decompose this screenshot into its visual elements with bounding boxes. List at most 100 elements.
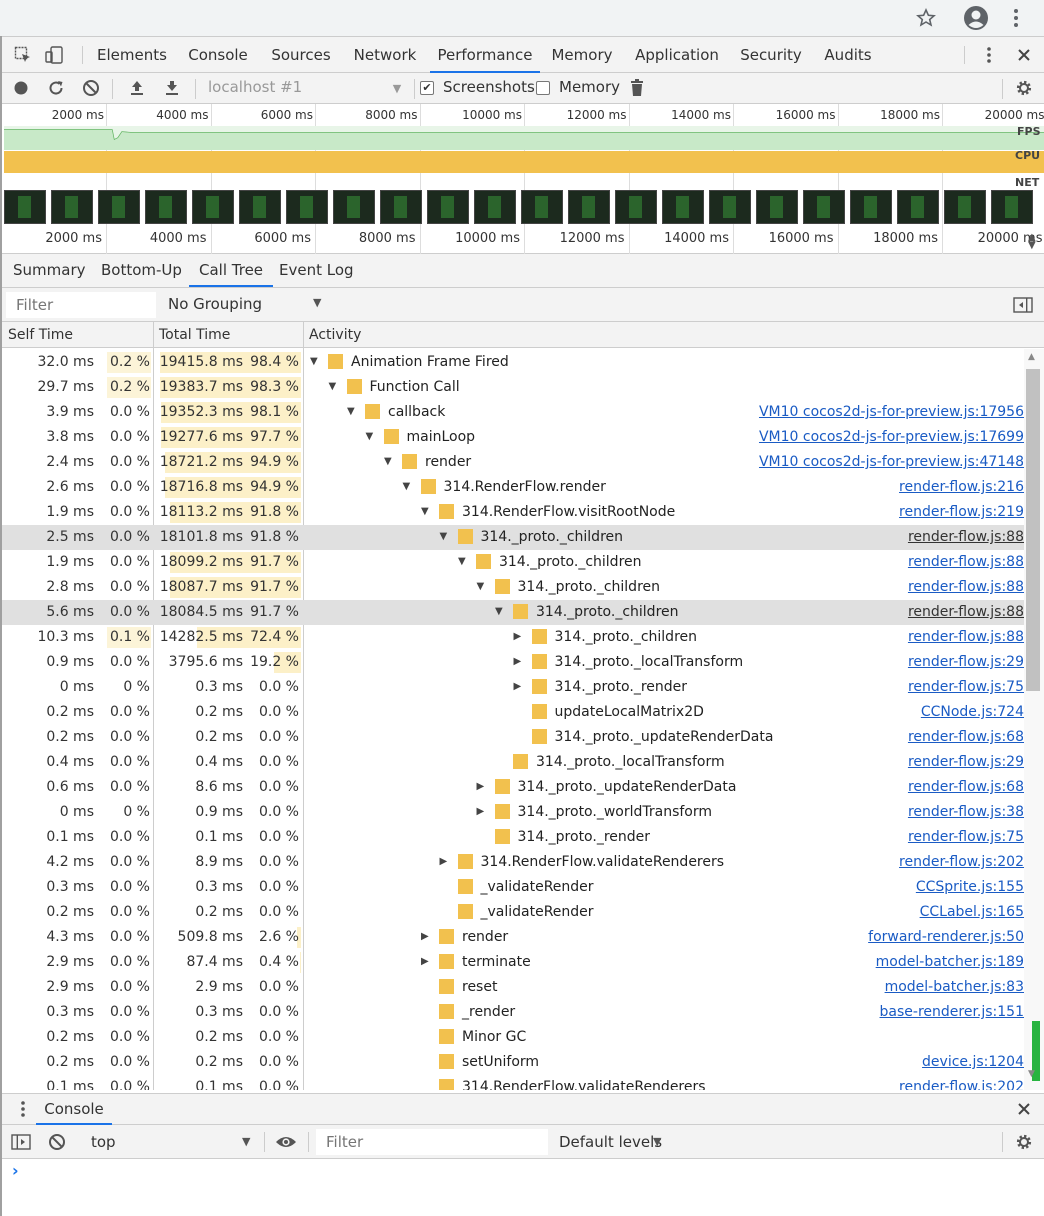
screenshot-frame[interactable] [474, 190, 516, 224]
devtools-menu-icon[interactable] [978, 44, 1000, 66]
screenshot-frame[interactable] [756, 190, 798, 224]
tab-performance[interactable]: Performance [430, 37, 540, 73]
source-link[interactable]: render-flow.js:88 [908, 604, 1024, 620]
source-link[interactable]: CCSprite.js:155 [916, 879, 1024, 895]
console-filter-input[interactable] [316, 1129, 548, 1155]
tab-elements[interactable]: Elements [90, 37, 174, 73]
console-sidebar-icon[interactable] [10, 1131, 32, 1153]
collapse-triangle-icon[interactable]: ▼ [421, 505, 433, 519]
close-drawer-icon[interactable] [1013, 1098, 1035, 1120]
console-prompt[interactable]: › [12, 1161, 19, 1180]
call-tree-row[interactable]: 0 ms 0 % 0.3 ms 0.0 % ▶ 314._proto._render ren… [2, 675, 1024, 700]
screenshots-checkbox[interactable]: ✔ [420, 81, 434, 95]
expand-triangle-icon[interactable]: ▶ [477, 780, 489, 794]
source-link[interactable]: render-flow.js:216 [899, 479, 1024, 495]
tab-console[interactable]: Console [182, 37, 254, 73]
screenshot-frame[interactable] [897, 190, 939, 224]
screenshot-frame[interactable] [709, 190, 751, 224]
screenshot-frame[interactable] [991, 190, 1033, 224]
source-link[interactable]: VM10 cocos2d-js-for-preview.js:47148 [759, 454, 1024, 470]
source-link[interactable]: render-flow.js:88 [908, 554, 1024, 570]
expand-triangle-icon[interactable]: ▶ [477, 805, 489, 819]
expand-triangle-icon[interactable]: ▶ [421, 930, 433, 944]
screenshot-frame[interactable] [521, 190, 563, 224]
source-link[interactable]: render-flow.js:88 [908, 579, 1024, 595]
collapse-triangle-icon[interactable]: ▼ [458, 555, 470, 569]
column-total-time[interactable]: Total Time [153, 322, 230, 348]
call-tree-row[interactable]: 4.3 ms 0.0 % 509.8 ms 2.6 % ▶ render forward-r… [2, 925, 1024, 950]
source-link[interactable]: render-flow.js:202 [899, 1079, 1024, 1090]
tab-sources[interactable]: Sources [264, 37, 338, 73]
call-tree-row[interactable]: 2.5 ms 0.0 % 18101.8 ms 91.8 % ▼ 314._proto._… [2, 525, 1024, 550]
source-link[interactable]: render-flow.js:75 [908, 679, 1024, 695]
source-link[interactable]: render-flow.js:219 [899, 504, 1024, 520]
clear-icon[interactable] [80, 77, 102, 99]
column-self-time[interactable]: Self Time [2, 322, 73, 348]
call-tree-row[interactable]: 5.6 ms 0.0 % 18084.5 ms 91.7 % ▼ 314._proto._… [2, 600, 1024, 625]
console-output[interactable]: › [2, 1159, 1044, 1216]
screenshot-frame[interactable] [380, 190, 422, 224]
grouping-select[interactable]: No Grouping [168, 295, 262, 313]
browser-menu-icon[interactable] [1001, 3, 1031, 33]
screenshot-frame[interactable] [944, 190, 986, 224]
context-select[interactable]: top [91, 1133, 116, 1151]
collapse-triangle-icon[interactable]: ▼ [477, 580, 489, 594]
source-link[interactable]: base-renderer.js:151 [880, 1004, 1024, 1020]
source-link[interactable]: render-flow.js:88 [908, 529, 1024, 545]
screenshot-frame[interactable] [192, 190, 234, 224]
call-tree-row[interactable]: 0.2 ms 0.0 % 0.2 ms 0.0 % _validateRender CCL… [2, 900, 1024, 925]
source-link[interactable]: render-flow.js:38 [908, 804, 1024, 820]
screenshot-frame[interactable] [333, 190, 375, 224]
call-tree-row[interactable]: 3.9 ms 0.0 % 19352.3 ms 98.1 % ▼ callback VM10… [2, 400, 1024, 425]
save-profile-icon[interactable] [161, 77, 183, 99]
source-link[interactable]: CCLabel.js:165 [920, 904, 1024, 920]
call-tree-row[interactable]: 0.2 ms 0.0 % 0.2 ms 0.0 % 314._proto._update… [2, 725, 1024, 750]
source-link[interactable]: device.js:1204 [922, 1054, 1024, 1070]
call-tree-row[interactable]: 0.9 ms 0.0 % 3795.6 ms 19.2 % ▶ 314._proto._l… [2, 650, 1024, 675]
record-icon[interactable] [10, 77, 32, 99]
call-tree-row[interactable]: 1.9 ms 0.0 % 18099.2 ms 91.7 % ▼ 314._proto._… [2, 550, 1024, 575]
collapse-triangle-icon[interactable]: ▼ [403, 480, 415, 494]
call-tree-row[interactable]: 0.2 ms 0.0 % 0.2 ms 0.0 % Minor GC [2, 1025, 1024, 1050]
call-tree-row[interactable]: 0.4 ms 0.0 % 0.4 ms 0.0 % 314._proto._localT… [2, 750, 1024, 775]
source-link[interactable]: render-flow.js:29 [908, 654, 1024, 670]
call-tree-row[interactable]: 0.2 ms 0.0 % 0.2 ms 0.0 % updateLocalMatrix2… [2, 700, 1024, 725]
device-toolbar-icon[interactable] [44, 44, 66, 66]
screenshot-frame[interactable] [51, 190, 93, 224]
screenshot-frame[interactable] [568, 190, 610, 224]
call-tree-row[interactable]: 2.9 ms 0.0 % 2.9 ms 0.0 % reset model-batcher… [2, 975, 1024, 1000]
collapse-triangle-icon[interactable]: ▼ [384, 455, 396, 469]
collapse-triangle-icon[interactable]: ▼ [366, 430, 378, 444]
call-tree-row[interactable]: 0.2 ms 0.0 % 0.2 ms 0.0 % setUniform device.j… [2, 1050, 1024, 1075]
tab-memory[interactable]: Memory [548, 37, 616, 73]
source-link[interactable]: render-flow.js:75 [908, 829, 1024, 845]
tab-bottom-up[interactable]: Bottom-Up [101, 254, 182, 287]
load-profile-icon[interactable] [126, 77, 148, 99]
screenshot-frame[interactable] [286, 190, 328, 224]
call-tree-row[interactable]: 0.3 ms 0.0 % 0.3 ms 0.0 % _validateRender CCS… [2, 875, 1024, 900]
call-tree-row[interactable]: 0.1 ms 0.0 % 0.1 ms 0.0 % 314._proto._render… [2, 825, 1024, 850]
target-dropdown-icon[interactable]: ▼ [386, 77, 408, 99]
source-link[interactable]: VM10 cocos2d-js-for-preview.js:17956 [759, 404, 1024, 420]
tab-network[interactable]: Network [348, 37, 422, 73]
call-tree-row[interactable]: 1.9 ms 0.0 % 18113.2 ms 91.8 % ▼ 314.RenderFl… [2, 500, 1024, 525]
log-levels-select[interactable]: Default levels [559, 1133, 662, 1151]
timeline-overview[interactable]: 2000 ms 4000 ms 6000 ms 8000 ms 10000 ms 1200… [2, 104, 1044, 254]
scrollbar-thumb[interactable] [1026, 369, 1040, 691]
log-levels-dropdown-icon[interactable]: ▼ [653, 1135, 661, 1148]
call-tree-row[interactable]: 2.4 ms 0.0 % 18721.2 ms 94.9 % ▼ render VM10 c… [2, 450, 1024, 475]
call-tree-row[interactable]: 32.0 ms 0.2 % 19415.8 ms 98.4 % ▼ Animation F… [2, 350, 1024, 375]
screenshot-frame[interactable] [850, 190, 892, 224]
source-link[interactable]: forward-renderer.js:50 [868, 929, 1024, 945]
collapse-triangle-icon[interactable]: ▼ [440, 530, 452, 544]
scroll-down-icon[interactable]: ▼ [1028, 1069, 1035, 1079]
expand-triangle-icon[interactable]: ▶ [421, 955, 433, 969]
console-settings-gear-icon[interactable] [1013, 1131, 1035, 1153]
screenshot-frame[interactable] [803, 190, 845, 224]
drawer-tab-console[interactable]: Console [36, 1094, 112, 1125]
expand-triangle-icon[interactable]: ▶ [440, 855, 452, 869]
filter-input[interactable] [6, 292, 156, 318]
screenshot-frame[interactable] [4, 190, 46, 224]
screenshot-frame[interactable] [98, 190, 140, 224]
scroll-arrows-icon[interactable]: ▲ ▼ [1028, 233, 1036, 251]
